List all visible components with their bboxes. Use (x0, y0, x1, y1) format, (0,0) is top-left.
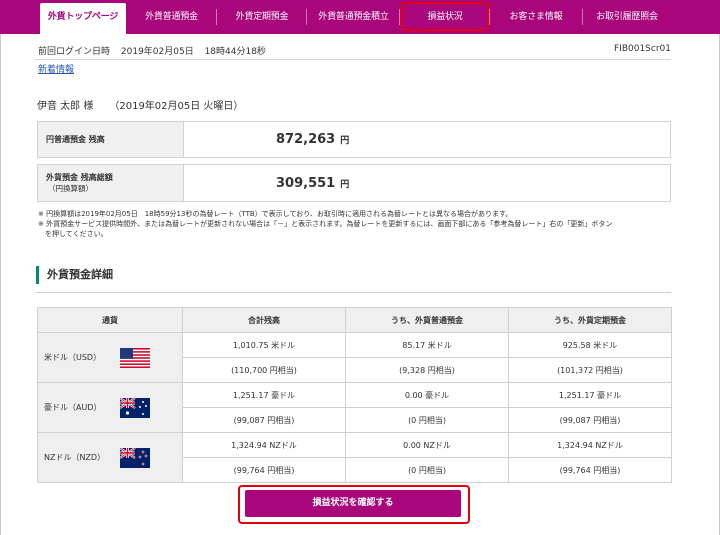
ordinary-balance: 0.00 NZドル (345, 432, 509, 458)
jpy-balance-label-cell: 円普通預金 残高 (38, 122, 184, 157)
last-login-date: 2019年02月05日 (120, 47, 194, 57)
divider (36, 292, 671, 293)
tab-divider (489, 9, 490, 25)
table-row: 豪ドル（AUD） 1,251.17 豪ドル 0.00 豪ドル 1,251.17 … (37, 382, 672, 433)
fx-balance-label: 外貨預金 残高総額 (46, 173, 113, 182)
jpy-balance-unit: 円 (340, 136, 350, 146)
tab-label: お取引履歴照会 (596, 12, 658, 22)
tab-label: 外貨普通預金積立 (318, 12, 389, 22)
table-row: NZドル（NZD） 1,324.94 NZドル 0.00 NZドル 1,324.… (37, 432, 672, 483)
screen-id: FIB001Scr01 (614, 44, 671, 54)
time-balance-jpy: (101,372 円相当) (508, 357, 672, 383)
jpy-balance-amount: 872,263 円 (276, 122, 349, 157)
total-balance: 1,251.17 豪ドル (182, 382, 346, 408)
time-balance: 1,324.94 NZドル (508, 432, 672, 458)
note-line: を押してください。 (38, 230, 108, 238)
total-balance-jpy: (110,700 円相当) (182, 357, 346, 383)
au-flag-icon (120, 398, 150, 418)
ordinary-balance-jpy: (9,328 円相当) (345, 357, 509, 383)
fx-balance-unit: 円 (340, 179, 350, 190)
highlight-box (401, 2, 489, 31)
last-login-info: 前回ログイン日時 2019年02月05日 18時44分18秒 (38, 44, 274, 57)
notes: ※ 円換算額は2019年02月05日 18時59分13秒の為替レート（TTB）で… (38, 209, 678, 239)
fx-balance-sublabel: （円換算額） (48, 184, 93, 193)
tab-label: 外貨トップページ (47, 12, 119, 22)
note-line: ※ 外貨預金サービス提供時間外、または為替レートが更新されない場合は「－」と表示… (38, 220, 613, 228)
fx-balance-value: 309,551 (276, 175, 336, 191)
column-header: うち、外貨普通預金 (345, 307, 509, 333)
new-info-link[interactable]: 新着情報 (38, 62, 74, 75)
ordinary-balance-jpy: (0 円相当) (345, 457, 509, 483)
table-header-row: 通貨 合計残高 うち、外貨普通預金 うち、外貨定期預金 (37, 307, 672, 333)
currency-cell: NZドル（NZD） (37, 432, 183, 483)
fx-deposit-table: 通貨 合計残高 うち、外貨普通預金 うち、外貨定期預金 米ドル（USD） 1,0… (37, 307, 672, 483)
tab-label: お客さま情報 (509, 12, 563, 22)
tab-label: 外貨定期預金 (235, 12, 289, 22)
jpy-balance-label: 円普通預金 残高 (46, 135, 105, 144)
tab-history[interactable]: お取引履歴照会 (583, 0, 671, 34)
currency-cell: 豪ドル（AUD） (37, 382, 183, 433)
tab-profit-loss[interactable]: 損益状況 (401, 0, 489, 34)
total-balance-jpy: (99,764 円相当) (182, 457, 346, 483)
tab-fx-top[interactable]: 外貨トップページ (40, 3, 126, 34)
ordinary-balance: 85.17 米ドル (345, 332, 509, 358)
time-balance-jpy: (99,087 円相当) (508, 407, 672, 433)
table-row: 米ドル（USD） 1,010.75 米ドル 85.17 米ドル 925.58 米… (37, 332, 672, 383)
tab-fx-savings[interactable]: 外貨普通預金積立 (307, 0, 400, 34)
user-name: 伊音 太郎 様 (37, 101, 94, 112)
tab-fx-ordinary[interactable]: 外貨普通預金 (126, 0, 217, 34)
currency-name: NZドル（NZD） (44, 453, 106, 462)
column-header: うち、外貨定期預金 (508, 307, 672, 333)
jpy-balance-box: 円普通預金 残高 872,263 円 (37, 121, 671, 158)
fx-balance-label-cell: 外貨預金 残高総額 （円換算額） (38, 165, 184, 201)
currency-name: 米ドル（USD） (44, 353, 102, 362)
last-login-time: 18時44分18秒 (204, 47, 266, 57)
fx-balance-box: 外貨預金 残高総額 （円換算額） 309,551 円 (37, 164, 671, 202)
fx-balance-amount: 309,551 円 (276, 165, 349, 201)
us-flag-icon (120, 348, 150, 368)
time-balance: 925.58 米ドル (508, 332, 672, 358)
confirm-profit-loss-button[interactable]: 損益状況を確認する (245, 490, 461, 517)
top-nav: 外貨トップページ 外貨普通預金 外貨定期預金 外貨普通預金積立 損益状況 お客さ… (0, 0, 720, 34)
ordinary-balance: 0.00 豪ドル (345, 382, 509, 408)
divider (35, 59, 671, 60)
user-greeting: 伊音 太郎 様 （2019年02月05日 火曜日） (37, 97, 243, 112)
time-balance: 1,251.17 豪ドル (508, 382, 672, 408)
total-balance: 1,010.75 米ドル (182, 332, 346, 358)
total-balance: 1,324.94 NZドル (182, 432, 346, 458)
last-login-label: 前回ログイン日時 (38, 47, 111, 57)
column-header: 通貨 (37, 307, 183, 333)
currency-name: 豪ドル（AUD） (44, 403, 102, 412)
total-balance-jpy: (99,087 円相当) (182, 407, 346, 433)
column-header: 合計残高 (182, 307, 346, 333)
jpy-balance-value: 872,263 (276, 132, 336, 147)
tab-customer-info[interactable]: お客さま情報 (489, 0, 583, 34)
tab-fx-time[interactable]: 外貨定期預金 (217, 0, 307, 34)
time-balance-jpy: (99,764 円相当) (508, 457, 672, 483)
note-line: ※ 円換算額は2019年02月05日 18時59分13秒の為替レート（TTB）で… (38, 210, 513, 218)
tab-divider (399, 9, 400, 25)
ordinary-balance-jpy: (0 円相当) (345, 407, 509, 433)
current-date: （2019年02月05日 火曜日） (109, 101, 244, 112)
currency-cell: 米ドル（USD） (37, 332, 183, 383)
tab-label: 外貨普通預金 (145, 12, 198, 22)
section-title: 外貨預金詳細 (36, 266, 113, 284)
nz-flag-icon (120, 448, 150, 468)
